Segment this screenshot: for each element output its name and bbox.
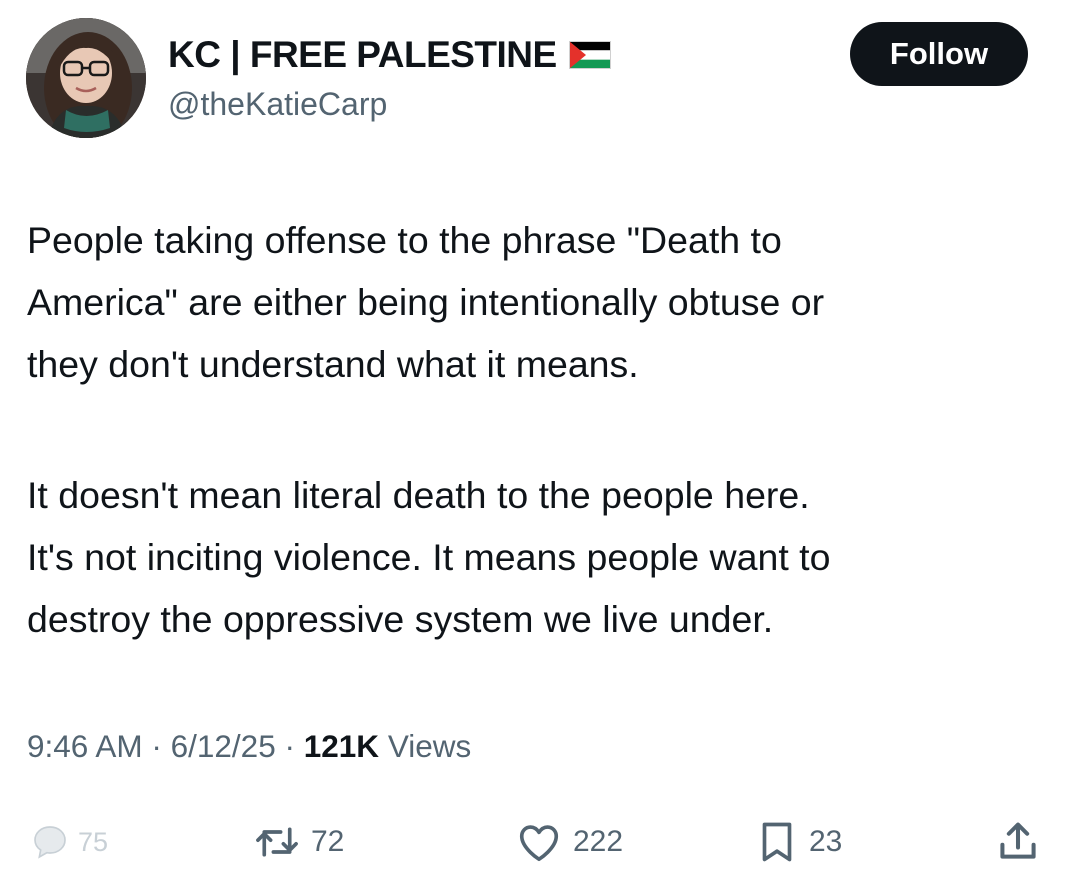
reply-count: 75 [78,826,109,857]
tweet-date[interactable]: 6/12/25 [171,728,276,764]
avatar-image [26,18,146,138]
views-count: 121K [303,728,380,764]
bookmark-count: 23 [809,825,843,858]
share-button[interactable] [996,817,1040,867]
reply-icon [34,826,66,859]
views-label: Views [387,728,472,764]
author-handle[interactable]: @theKatieCarp [168,86,387,123]
tweet-time[interactable]: 9:46 AM [27,728,143,764]
author-display-name[interactable]: KC | FREE PALESTINE [168,34,557,76]
palestine-flag-icon [568,41,611,69]
heart-icon [519,825,559,862]
repost-icon [256,827,298,857]
author-name-row[interactable]: KC | FREE PALESTINE [168,34,611,76]
tweet-text-line: It doesn't mean literal death to the peo… [27,474,810,516]
tweet-paragraph-2: It doesn't mean literal death to the peo… [27,464,1057,650]
repost-button[interactable]: 72 [255,817,344,867]
meta-separator: · [284,728,295,764]
tweet-text-line: People taking offense to the phrase "Dea… [27,219,782,261]
tweet-text-line: destroy the oppressive system we live un… [27,598,774,640]
follow-button[interactable]: Follow [850,22,1028,86]
bookmark-icon [762,822,792,862]
bookmark-button[interactable]: 23 [757,817,842,867]
tweet-text-line: America" are either being intentionally … [27,281,825,323]
tweet-metadata: 9:46 AM · 6/12/25 · 121K Views [27,728,471,765]
tweet-text-line: It's not inciting violence. It means peo… [27,536,831,578]
tweet-paragraph-1: People taking offense to the phrase "Dea… [27,209,1057,395]
like-count: 222 [573,825,624,858]
share-icon [1000,822,1036,859]
meta-separator: · [151,728,162,764]
avatar[interactable] [26,18,146,138]
repost-count: 72 [311,825,345,858]
reply-button[interactable]: 75 [30,817,108,867]
like-button[interactable]: 222 [517,817,623,867]
tweet-text-line: they don't understand what it means. [27,343,639,385]
